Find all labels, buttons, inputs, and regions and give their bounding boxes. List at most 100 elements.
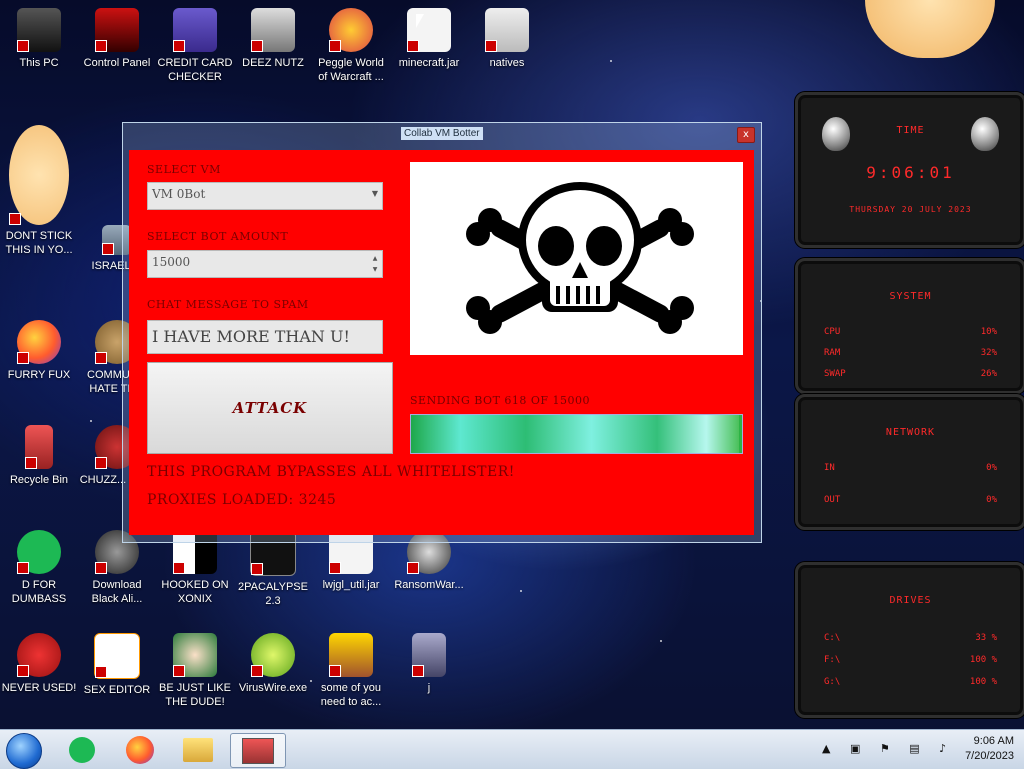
system-row-ram: RAM 32%	[824, 348, 997, 358]
start-button[interactable]	[6, 733, 42, 769]
desktop-icon-natives[interactable]: natives	[468, 8, 546, 70]
row-value: 32%	[980, 348, 997, 358]
d-app-icon	[69, 736, 95, 763]
desktop-icon-d-for-dumbass[interactable]: D FOR DUMBASS	[0, 530, 78, 606]
row-label: IN	[824, 463, 835, 473]
credit-card-icon	[173, 8, 217, 52]
network-widget: NETWORK IN 0% OUT 0%	[795, 394, 1024, 530]
row-label: F:\	[824, 655, 841, 665]
chat-message-input[interactable]: I HAVE MORE THAN U!	[147, 320, 383, 354]
drives-widget-title: DRIVES	[889, 595, 932, 606]
system-row-swap: SWAP 26%	[824, 369, 997, 379]
bot-amount-stepper[interactable]: 15000 ▲ ▼	[147, 250, 383, 278]
desktop-icon-character[interactable]: DONT STICK THIS IN YO...	[0, 125, 78, 257]
desktop-icon-minecraft-jar[interactable]: minecraft.jar	[390, 8, 468, 70]
close-icon: x	[743, 129, 749, 140]
computer-icon	[17, 8, 61, 52]
desktop-icon-deez-nutz[interactable]: DEEZ NUTZ	[234, 8, 312, 70]
firefox-icon	[126, 735, 154, 764]
proxies-loaded-text: PROXIES LOADED: 3245	[147, 492, 337, 508]
desktop-icon-be-just-like-the-dude[interactable]: BE JUST LIKE THE DUDE!	[156, 633, 234, 709]
virtual-machine-icon	[242, 737, 274, 764]
row-label: CPU	[824, 327, 841, 337]
row-label: SWAP	[824, 369, 846, 379]
window-title: Collab VM Botter	[401, 127, 483, 140]
drive-row-f: F:\ 100 %	[824, 655, 997, 665]
file-explorer-icon	[183, 737, 213, 762]
select-vm-value: VM 0Bot	[152, 187, 206, 201]
desktop-icon-recycle-bin[interactable]: Recycle Bin	[0, 425, 78, 487]
taskbar-firefox-button[interactable]	[120, 733, 160, 766]
drive-row-g: G:\ 100 %	[824, 677, 997, 687]
desktop-icon-some-of-you[interactable]: some of you need to ac...	[312, 633, 390, 709]
network-row-out: OUT 0%	[824, 495, 997, 505]
progress-fill	[411, 415, 739, 453]
network-row-in: IN 0%	[824, 463, 997, 473]
mouse-cursor-icon	[416, 14, 424, 28]
collab-vm-botter-window[interactable]: Collab VM Botter x SELECT VM VM 0Bot ▼ S…	[122, 122, 762, 543]
java-icon	[407, 8, 451, 52]
desktop-icon-j[interactable]: j	[390, 633, 468, 695]
stepper-arrows-icon[interactable]: ▲ ▼	[370, 253, 380, 275]
desktop-icon-sex-editor[interactable]: SEX EDITOR	[78, 633, 156, 697]
row-label: C:\	[824, 633, 841, 643]
row-value: 26%	[980, 369, 997, 379]
desktop-icon-furry-fux[interactable]: FURRY FUX	[0, 320, 78, 382]
time-widget-title: TIME	[896, 125, 925, 136]
lime-icon	[251, 633, 295, 677]
folder-icon	[412, 633, 446, 677]
devcpp-icon	[17, 633, 61, 677]
network-widget-title: NETWORK	[885, 427, 936, 438]
bot-progress-bar	[410, 414, 743, 454]
desktop-icon-viruswire[interactable]: VirusWire.exe	[234, 633, 312, 695]
date-display: THURSDAY 20 JULY 2023	[849, 205, 972, 214]
firefox-icon	[17, 320, 61, 364]
sending-status-text: SENDING BOT 618 OF 15000	[410, 394, 591, 407]
beaver-icon	[329, 633, 373, 677]
recycle-bin-icon	[25, 425, 53, 469]
row-value: 100 %	[969, 677, 997, 687]
drive-row-c: C:\ 33 %	[824, 633, 997, 643]
taskbar-file-explorer-button[interactable]	[178, 733, 218, 766]
desktop-icon-credit-card-checker[interactable]: CREDIT CARD CHECKER	[156, 8, 234, 84]
window-client-area: SELECT VM VM 0Bot ▼ SELECT BOT AMOUNT 15…	[129, 150, 754, 535]
tray-icons[interactable]: ▲ ▣ ⚑ ▤ ♪	[822, 742, 954, 755]
row-value: 33 %	[975, 633, 997, 643]
bypass-text: THIS PROGRAM BYPASSES ALL WHITELISTER!	[147, 464, 515, 480]
santa-icon	[173, 633, 217, 677]
stack-icon	[251, 8, 295, 52]
time-widget: TIME 9:06:01 THURSDAY 20 JULY 2023	[795, 92, 1024, 248]
row-label: RAM	[824, 348, 841, 358]
taskbar-vm-button[interactable]	[230, 733, 286, 768]
system-widget: SYSTEM CPU 10% RAM 32% SWAP 26%	[795, 258, 1024, 394]
clock-display: 9:06:01	[866, 163, 955, 182]
desktop-icon-peggle-wow[interactable]: Peggle World of Warcraft ...	[312, 8, 390, 84]
desktop-icon-this-pc[interactable]: This PC	[0, 8, 78, 70]
window-titlebar[interactable]: Collab VM Botter x	[123, 123, 761, 149]
peggle-icon	[329, 8, 373, 52]
taskbar: ▲ ▣ ⚑ ▤ ♪ 9:06 AM 7/20/2023	[0, 729, 1024, 769]
row-value: 100 %	[969, 655, 997, 665]
skull-crossbones-image	[410, 162, 743, 355]
taskbar-d-app-button[interactable]	[62, 733, 102, 766]
select-vm-label: SELECT VM	[147, 163, 221, 176]
drives-widget: DRIVES C:\ 33 % F:\ 100 % G:\ 100 %	[795, 562, 1024, 718]
taskbar-clock[interactable]: 9:06 AM 7/20/2023	[965, 734, 1014, 764]
row-value: 0%	[986, 495, 997, 505]
character-icon	[9, 125, 69, 225]
d-app-icon	[17, 530, 61, 574]
taskbar-time: 9:06 AM	[973, 735, 1014, 747]
bot-amount-label: SELECT BOT AMOUNT	[147, 230, 289, 243]
desktop-icon-never-used[interactable]: NEVER USED!	[0, 633, 78, 695]
attack-button[interactable]: ATTACK	[147, 362, 393, 454]
row-value: 10%	[980, 327, 997, 337]
row-value: 0%	[986, 463, 997, 473]
character-decoration	[865, 0, 995, 58]
taskbar-date: 7/20/2023	[965, 750, 1014, 762]
select-vm-dropdown[interactable]: VM 0Bot ▼	[147, 182, 383, 210]
system-row-cpu: CPU 10%	[824, 327, 997, 337]
bot-amount-value: 15000	[152, 255, 191, 269]
close-button[interactable]: x	[737, 127, 755, 143]
skull-icon	[466, 182, 694, 334]
desktop-icon-control-panel[interactable]: Control Panel	[78, 8, 156, 70]
